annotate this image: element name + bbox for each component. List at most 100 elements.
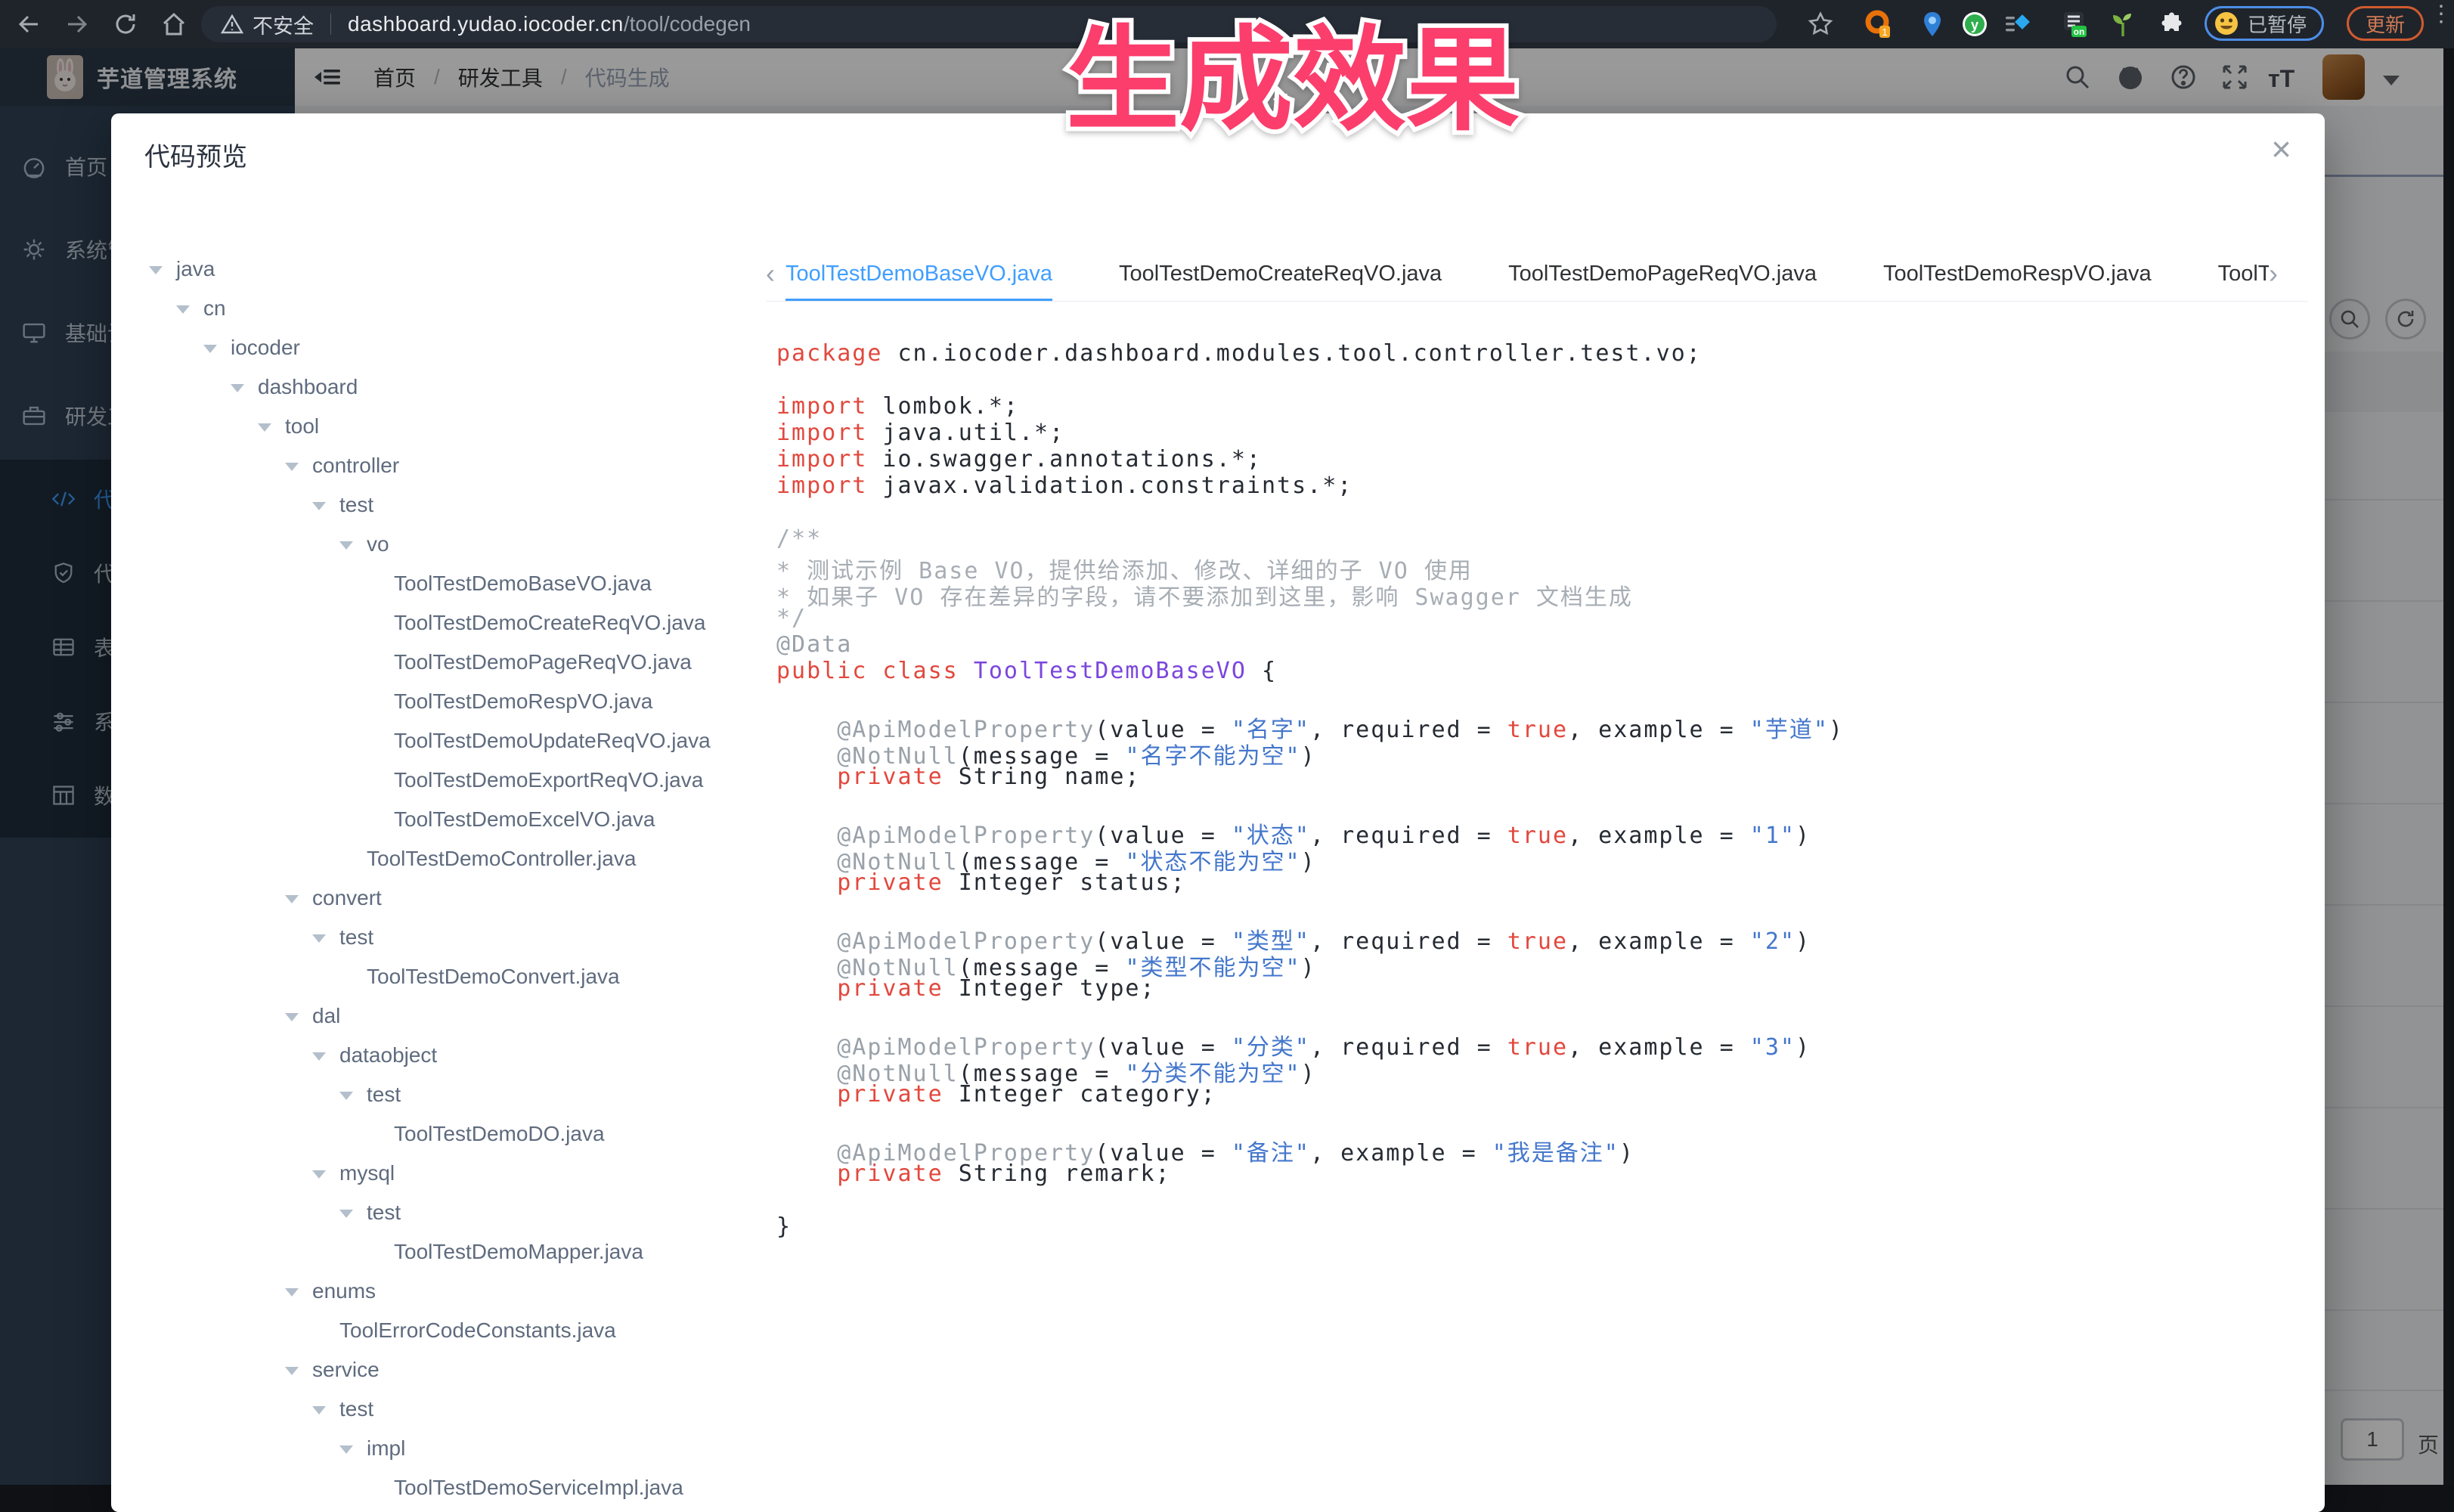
caret-down-icon[interactable] [312, 1406, 326, 1414]
caret-down-icon[interactable] [312, 1052, 326, 1061]
tree-folder[interactable]: dataobject [111, 1036, 761, 1075]
extension-sprout-icon[interactable] [2108, 9, 2138, 39]
caret-down-icon[interactable] [258, 423, 271, 432]
tabs-next-icon[interactable]: › [2269, 251, 2288, 296]
tree-node-label: vo [367, 532, 389, 556]
tree-file[interactable]: ToolTestDemoExportReqVO.java [111, 761, 761, 800]
tree-file[interactable]: ToolTestDemoBaseVO.java [111, 564, 761, 603]
tree-file[interactable]: ToolTestDemoRespVO.java [111, 682, 761, 721]
tree-folder[interactable]: vo [111, 525, 761, 564]
code-line: import java.util.*; [776, 420, 2304, 446]
tree-folder[interactable]: test [111, 485, 761, 525]
bookmark-star-icon[interactable] [1807, 10, 1834, 37]
tree-node-label: service [312, 1358, 380, 1382]
tree-node-label: ToolTestDemoCreateReqVO.java [394, 611, 705, 635]
caret-down-icon[interactable] [285, 1013, 299, 1021]
extensions-puzzle-icon[interactable] [2156, 9, 2186, 39]
url-host: dashboard.yudao.iocoder.cn [348, 12, 624, 36]
caret-down-icon[interactable] [176, 305, 190, 314]
caret-down-icon[interactable] [339, 541, 353, 550]
tree-folder[interactable]: service [111, 1350, 761, 1390]
caret-down-icon[interactable] [285, 1367, 299, 1375]
caret-down-icon[interactable] [339, 1445, 353, 1454]
tree-node-label: cn [203, 296, 226, 321]
tree-folder[interactable]: test [111, 1390, 761, 1429]
tree-node-label: test [367, 1201, 401, 1225]
tree-file[interactable]: ToolTestDemoServiceImpl.java [111, 1468, 761, 1507]
profile-paused-pill[interactable]: 已暂停 [2205, 6, 2324, 41]
tree-folder[interactable]: dashboard [111, 367, 761, 407]
tree-folder[interactable]: enums [111, 1272, 761, 1311]
chrome-update-button[interactable]: 更新 [2347, 6, 2424, 41]
caret-down-icon[interactable] [312, 934, 326, 943]
url-path: /tool/codegen [624, 12, 751, 36]
caret-down-icon[interactable] [339, 1092, 353, 1100]
tree-file[interactable]: ToolErrorCodeConstants.java [111, 1311, 761, 1350]
tree-node-label: dataobject [339, 1043, 437, 1067]
tree-folder[interactable]: controller [111, 446, 761, 485]
code-tab-0[interactable]: ToolTestDemoBaseVO.java [785, 251, 1052, 302]
code-line [776, 1108, 2304, 1134]
tree-file[interactable]: ToolTestDemoController.java [111, 839, 761, 878]
tree-folder[interactable]: test [111, 1193, 761, 1232]
code-line: package cn.iocoder.dashboard.modules.too… [776, 340, 2304, 367]
extension-orange-loop-icon[interactable]: 1 [1863, 9, 1893, 39]
tree-file[interactable]: ToolTestDemoCreateReqVO.java [111, 603, 761, 643]
address-divider [330, 14, 331, 35]
emoji-face-icon [2213, 10, 2240, 37]
extension-list-on-icon[interactable]: on [2059, 9, 2090, 39]
tree-folder[interactable]: cn [111, 289, 761, 328]
tree-folder[interactable]: test [111, 918, 761, 957]
forward-icon[interactable] [64, 11, 91, 38]
address-bar[interactable]: 不安全 dashboard.yudao.iocoder.cn/tool/code… [201, 6, 1777, 42]
extension-blue-pin-icon[interactable] [1917, 9, 1947, 39]
caret-down-icon[interactable] [149, 266, 163, 274]
chrome-menu-kebab-icon[interactable]: ⋮ [2430, 9, 2442, 19]
close-icon[interactable]: × [2271, 132, 2291, 166]
code-line: private Integer category; [776, 1081, 2304, 1108]
caret-down-icon[interactable] [339, 1210, 353, 1218]
code-line: * 如果子 VO 存在差异的字段，请不要添加到这里，影响 Swagger 文档生… [776, 578, 2304, 605]
home-icon[interactable] [160, 11, 187, 38]
code-tab-2[interactable]: ToolTestDemoPageReqVO.java [1508, 251, 1817, 299]
caret-down-icon[interactable] [312, 502, 326, 510]
tree-file[interactable]: ToolTestDemoUpdateReqVO.java [111, 721, 761, 761]
code-tab-1[interactable]: ToolTestDemoCreateReqVO.java [1119, 251, 1442, 299]
extension-blue-diamond-icon[interactable] [2002, 9, 2032, 39]
code-line [776, 790, 2304, 816]
code-line: } [776, 1213, 2304, 1240]
tree-folder[interactable]: convert [111, 878, 761, 918]
caret-down-icon[interactable] [285, 895, 299, 903]
tree-file[interactable]: ToolTestDemoDO.java [111, 1114, 761, 1154]
tree-file[interactable]: ToolTestDemoConvert.java [111, 957, 761, 996]
reload-icon[interactable] [112, 11, 139, 38]
tree-folder[interactable]: test [111, 1075, 761, 1114]
tree-folder[interactable]: mysql [111, 1154, 761, 1193]
tree-folder[interactable]: iocoder [111, 328, 761, 367]
tree-node-label: java [176, 257, 215, 281]
security-label: 不安全 [253, 10, 314, 39]
tree-folder[interactable]: impl [111, 1429, 761, 1468]
tree-folder[interactable]: dal [111, 996, 761, 1036]
caret-down-icon[interactable] [203, 345, 217, 353]
code-viewer[interactable]: package cn.iocoder.dashboard.modules.too… [776, 340, 2304, 1240]
code-tab-4[interactable]: ToolTestDemoUpdateReqVO.java [2218, 251, 2269, 299]
back-icon[interactable] [15, 11, 42, 38]
caret-down-icon[interactable] [285, 1288, 299, 1297]
not-secure-warning-icon [221, 13, 243, 36]
code-tab-3[interactable]: ToolTestDemoRespVO.java [1883, 251, 2152, 299]
tree-folder[interactable]: tool [111, 407, 761, 446]
code-line [776, 499, 2304, 525]
tree-file[interactable]: ToolTestDemoExcelVO.java [111, 800, 761, 839]
tree-file[interactable]: ToolTestDemoMapper.java [111, 1232, 761, 1272]
caret-down-icon[interactable] [312, 1170, 326, 1179]
tree-folder[interactable]: java [111, 249, 761, 289]
caret-down-icon[interactable] [231, 384, 244, 392]
tree-file[interactable]: ToolTestDemoPageReqVO.java [111, 643, 761, 682]
tabs-prev-icon[interactable]: ‹ [766, 251, 785, 296]
extension-green-circle-icon[interactable]: y [1960, 9, 1990, 39]
tree-node-label: dashboard [258, 375, 358, 399]
code-line: @ApiModelProperty(value = "类型", required… [776, 922, 2304, 949]
code-line: private Integer status; [776, 869, 2304, 896]
caret-down-icon[interactable] [285, 463, 299, 471]
